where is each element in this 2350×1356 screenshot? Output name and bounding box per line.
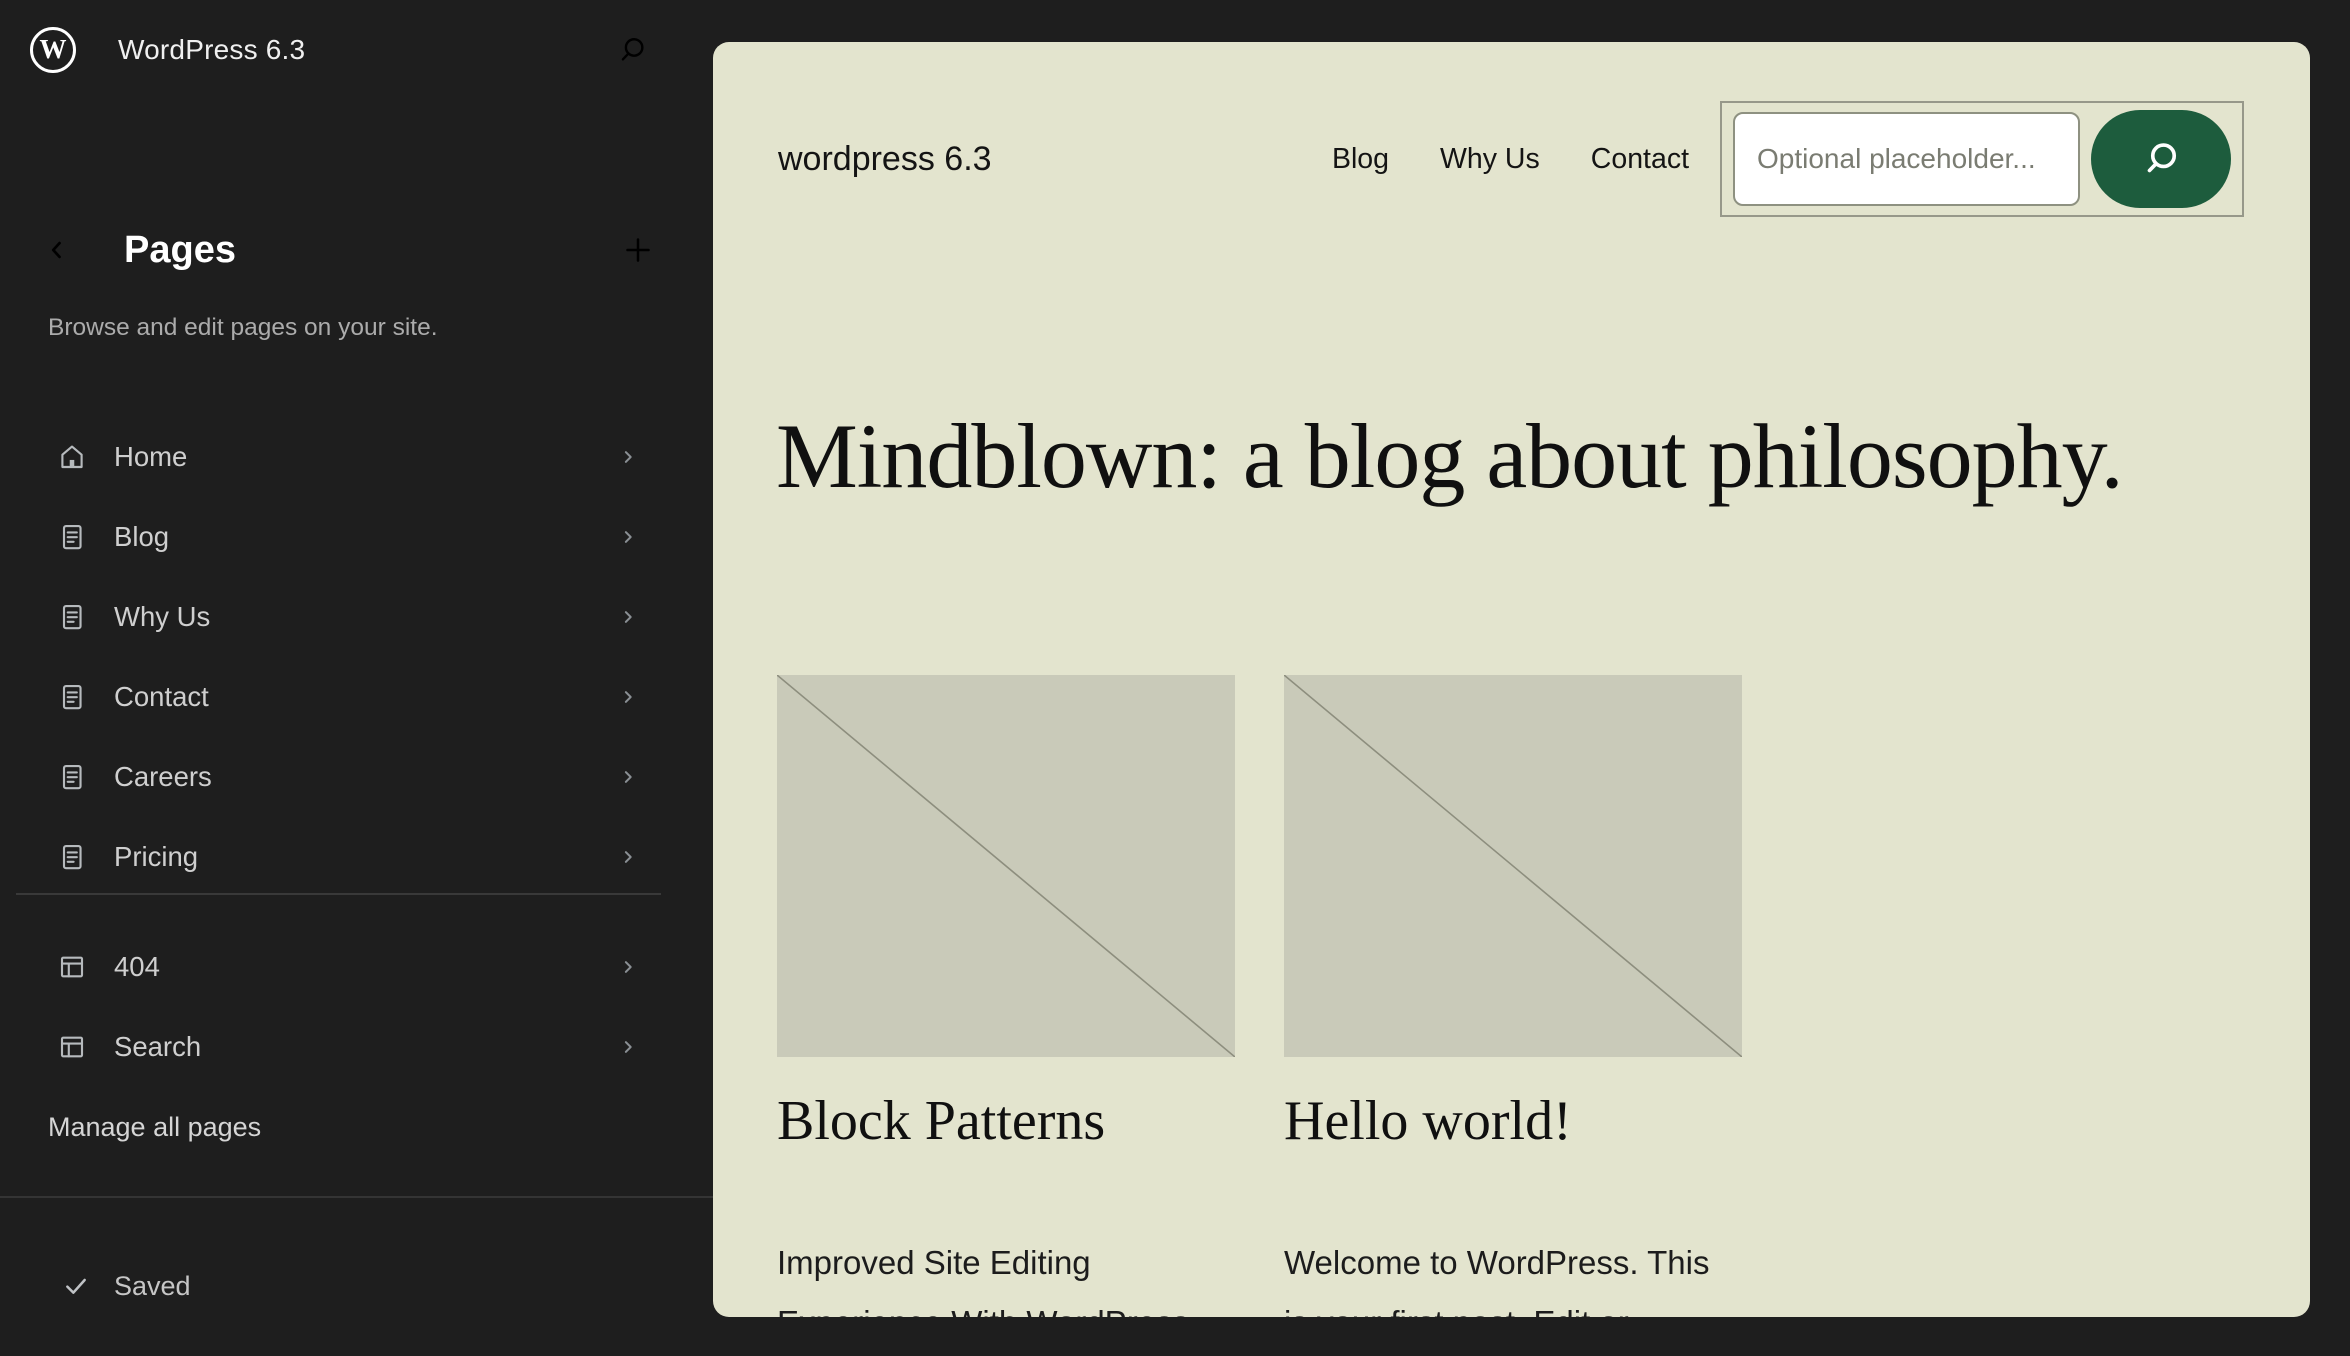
chevron-right-icon [615, 524, 641, 550]
add-page-button[interactable] [615, 227, 661, 273]
sidebar-item-home[interactable]: Home [0, 417, 713, 497]
pages-header: Pages [34, 222, 661, 278]
sidebar-item-label: Pricing [114, 841, 198, 873]
chevron-right-icon [615, 844, 641, 870]
page-icon [56, 601, 88, 633]
template-icon [56, 951, 88, 983]
template-icon [56, 1031, 88, 1063]
query-title-heading[interactable]: Mindblown: a blog about philosophy. [776, 404, 2270, 510]
sidebar-divider [16, 893, 661, 895]
sidebar-item-search-page[interactable]: Search [0, 1007, 713, 1087]
sidebar-item-404[interactable]: 404 [0, 927, 713, 1007]
chevron-right-icon [615, 1034, 641, 1060]
sidebar-item-label: Search [114, 1031, 201, 1063]
sidebar-item-why-us[interactable]: Why Us [0, 577, 713, 657]
post-card: Hello world! Welcome to WordPress. This … [1284, 675, 1742, 1317]
home-icon [56, 441, 88, 473]
pages-description: Browse and edit pages on your site. [48, 314, 438, 342]
search-submit-button[interactable] [2091, 110, 2231, 208]
site-header: wordpress 6.3 Blog Why Us Contact [778, 101, 2244, 217]
post-title[interactable]: Block Patterns [777, 1089, 1235, 1153]
sidebar-top-bar: W WordPress 6.3 [30, 16, 655, 84]
chevron-right-icon [615, 684, 641, 710]
chevron-right-icon [615, 764, 641, 790]
save-status-bar: Saved [0, 1196, 713, 1356]
app-title: WordPress 6.3 [118, 34, 305, 66]
sidebar-item-careers[interactable]: Careers [0, 737, 713, 817]
placeholder-diagonal-line [777, 675, 1235, 1057]
search-block[interactable] [1720, 101, 2244, 217]
page-icon [56, 681, 88, 713]
wordpress-logo-icon[interactable]: W [30, 27, 76, 73]
featured-image-placeholder[interactable] [1284, 675, 1742, 1057]
page-icon [56, 521, 88, 553]
pages-list: Home Blog Why Us Contact Careers Pricing [0, 417, 713, 897]
sidebar-item-contact[interactable]: Contact [0, 657, 713, 737]
placeholder-diagonal-line [1284, 675, 1742, 1057]
post-excerpt[interactable]: Improved Site Editing Experience With Wo… [777, 1233, 1235, 1317]
pages-title: Pages [124, 229, 236, 272]
sidebar-item-label: 404 [114, 951, 160, 983]
sidebar-item-label: Blog [114, 521, 169, 553]
sidebar-item-label: Why Us [114, 601, 210, 633]
featured-image-placeholder[interactable] [777, 675, 1235, 1057]
page-icon [56, 761, 88, 793]
site-navigation: Blog Why Us Contact [1332, 143, 1689, 176]
nav-link-blog[interactable]: Blog [1332, 143, 1389, 176]
check-icon [60, 1270, 92, 1302]
site-preview-canvas[interactable]: wordpress 6.3 Blog Why Us Contact Mindbl… [713, 42, 2310, 1317]
post-excerpt[interactable]: Welcome to WordPress. This is your first… [1284, 1233, 1742, 1317]
nav-link-why-us[interactable]: Why Us [1440, 143, 1540, 176]
site-editor-sidebar: W WordPress 6.3 Pages Browse and edit pa… [0, 0, 713, 1356]
chevron-right-icon [615, 604, 641, 630]
chevron-right-icon [615, 954, 641, 980]
manage-all-pages-link[interactable]: Manage all pages [48, 1112, 261, 1143]
sidebar-item-label: Careers [114, 761, 212, 793]
search-icon [2138, 136, 2184, 182]
template-pages-list: 404 Search [0, 927, 713, 1087]
plus-icon [620, 232, 656, 268]
search-input[interactable] [1733, 112, 2080, 206]
search-icon [615, 33, 649, 67]
sidebar-item-label: Home [114, 441, 187, 473]
post-title[interactable]: Hello world! [1284, 1089, 1742, 1153]
post-card: Block Patterns Improved Site Editing Exp… [777, 675, 1235, 1317]
chevron-left-icon [42, 235, 72, 265]
back-button[interactable] [34, 227, 80, 273]
posts-grid: Block Patterns Improved Site Editing Exp… [777, 675, 1742, 1317]
sidebar-item-label: Contact [114, 681, 209, 713]
sidebar-item-blog[interactable]: Blog [0, 497, 713, 577]
site-title[interactable]: wordpress 6.3 [778, 140, 992, 179]
nav-link-contact[interactable]: Contact [1591, 143, 1689, 176]
page-icon [56, 841, 88, 873]
save-status-label: Saved [114, 1271, 191, 1302]
sidebar-search-button[interactable] [609, 27, 655, 73]
sidebar-item-pricing[interactable]: Pricing [0, 817, 713, 897]
chevron-right-icon [615, 444, 641, 470]
